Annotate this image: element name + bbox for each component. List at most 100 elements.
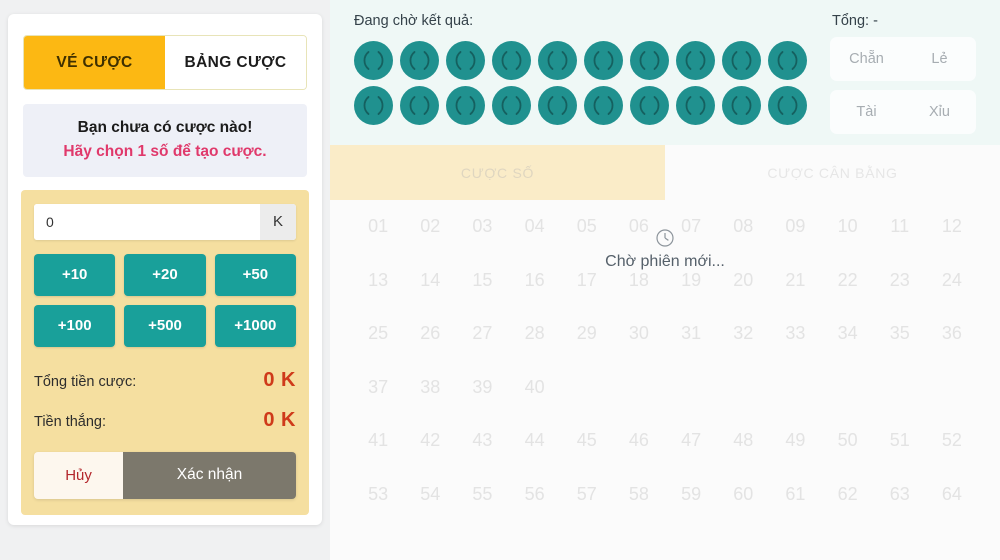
quick-add-100[interactable]: +100 — [34, 304, 116, 347]
number-cell-21[interactable]: 21 — [769, 254, 821, 308]
number-cell-30[interactable]: 30 — [613, 307, 665, 361]
number-cell-59[interactable]: 59 — [665, 468, 717, 522]
number-cell-43[interactable]: 43 — [456, 414, 508, 468]
ball-spinner-icon — [777, 96, 798, 115]
amount-unit-k[interactable]: K — [260, 203, 296, 240]
number-cell-08[interactable]: 08 — [717, 200, 769, 254]
number-cell-31[interactable]: 31 — [665, 307, 717, 361]
number-cell-20[interactable]: 20 — [717, 254, 769, 308]
number-cell-41[interactable]: 41 — [352, 414, 404, 468]
quick-add-500[interactable]: +500 — [124, 304, 206, 347]
number-cell-10[interactable]: 10 — [822, 200, 874, 254]
cancel-button[interactable]: Hủy — [34, 451, 124, 499]
number-cell-39[interactable]: 39 — [456, 361, 508, 415]
number-cell-26[interactable]: 26 — [404, 307, 456, 361]
number-cell-25[interactable]: 25 — [352, 307, 404, 361]
number-cell-17[interactable]: 17 — [561, 254, 613, 308]
number-cell-24[interactable]: 24 — [926, 254, 978, 308]
number-cell-37[interactable]: 37 — [352, 361, 404, 415]
number-cell-40[interactable]: 40 — [509, 361, 561, 415]
bet-amount-box: K +10 +20 +50 +100 +500 +1000 Tổng tiền … — [21, 189, 309, 515]
number-cell-57[interactable]: 57 — [561, 468, 613, 522]
number-cell-12[interactable]: 12 — [926, 200, 978, 254]
tab-ve-cuoc[interactable]: VÉ CƯỢC — [24, 36, 165, 89]
ball-spinner-icon — [409, 51, 430, 70]
number-cell-45[interactable]: 45 — [561, 414, 613, 468]
number-cell-48[interactable]: 48 — [717, 414, 769, 468]
number-cell-58[interactable]: 58 — [613, 468, 665, 522]
number-cell-51[interactable]: 51 — [874, 414, 926, 468]
tab-cuoc-so[interactable]: CƯỢC SỐ — [330, 145, 665, 200]
number-cell-15[interactable]: 15 — [456, 254, 508, 308]
number-cell-18[interactable]: 18 — [613, 254, 665, 308]
bet-amount-input[interactable] — [34, 203, 260, 240]
number-cell-19[interactable]: 19 — [665, 254, 717, 308]
number-cell-49[interactable]: 49 — [769, 414, 821, 468]
ball-spinner-icon — [363, 96, 384, 115]
quick-add-20[interactable]: +20 — [124, 253, 206, 296]
number-cell-46[interactable]: 46 — [613, 414, 665, 468]
number-cell-02[interactable]: 02 — [404, 200, 456, 254]
number-cell-33[interactable]: 33 — [769, 307, 821, 361]
number-cell-05[interactable]: 05 — [561, 200, 613, 254]
number-cell-01[interactable]: 01 — [352, 200, 404, 254]
number-cell-27[interactable]: 27 — [456, 307, 508, 361]
number-cell-04[interactable]: 04 — [509, 200, 561, 254]
ball-spinner-icon — [363, 51, 384, 70]
result-ball-placeholder — [400, 41, 439, 80]
result-ball-placeholder — [400, 86, 439, 125]
number-cell-56[interactable]: 56 — [509, 468, 561, 522]
bet-xiu[interactable]: Xỉu — [903, 104, 976, 120]
number-cell-53[interactable]: 53 — [352, 468, 404, 522]
number-cell-06[interactable]: 06 — [613, 200, 665, 254]
number-cell-52[interactable]: 52 — [926, 414, 978, 468]
number-cell-22[interactable]: 22 — [822, 254, 874, 308]
tab-cuoc-can-bang[interactable]: CƯỢC CÂN BẰNG — [665, 145, 1000, 200]
number-cell-62[interactable]: 62 — [822, 468, 874, 522]
number-cell-55[interactable]: 55 — [456, 468, 508, 522]
number-cell-empty — [717, 361, 769, 415]
number-cell-16[interactable]: 16 — [509, 254, 561, 308]
number-cell-54[interactable]: 54 — [404, 468, 456, 522]
ball-spinner-icon — [777, 51, 798, 70]
number-cell-44[interactable]: 44 — [509, 414, 561, 468]
bet-le[interactable]: Lẻ — [903, 51, 976, 67]
number-cell-60[interactable]: 60 — [717, 468, 769, 522]
number-cell-64[interactable]: 64 — [926, 468, 978, 522]
number-cell-61[interactable]: 61 — [769, 468, 821, 522]
confirm-button[interactable]: Xác nhận — [123, 451, 296, 499]
ticket-tabs: VÉ CƯỢC BẢNG CƯỢC — [23, 35, 307, 90]
ball-spinner-icon — [547, 96, 568, 115]
number-cell-47[interactable]: 47 — [665, 414, 717, 468]
ball-spinner-icon — [501, 51, 522, 70]
tab-bang-cuoc[interactable]: BẢNG CƯỢC — [165, 36, 306, 89]
number-cell-23[interactable]: 23 — [874, 254, 926, 308]
number-cell-32[interactable]: 32 — [717, 307, 769, 361]
number-cell-36[interactable]: 36 — [926, 307, 978, 361]
quick-add-50[interactable]: +50 — [214, 253, 296, 296]
number-cell-empty — [613, 361, 665, 415]
tab-bang-cuoc-label: BẢNG CƯỢC — [184, 53, 287, 71]
ball-spinner-icon — [593, 51, 614, 70]
number-cell-03[interactable]: 03 — [456, 200, 508, 254]
number-cell-29[interactable]: 29 — [561, 307, 613, 361]
quick-add-10[interactable]: +10 — [34, 253, 116, 296]
number-cell-13[interactable]: 13 — [352, 254, 404, 308]
number-cell-07[interactable]: 07 — [665, 200, 717, 254]
quick-add-1000[interactable]: +1000 — [214, 304, 296, 347]
ball-spinner-icon — [685, 96, 706, 115]
number-cell-35[interactable]: 35 — [874, 307, 926, 361]
number-cell-34[interactable]: 34 — [822, 307, 874, 361]
number-cell-38[interactable]: 38 — [404, 361, 456, 415]
number-cell-09[interactable]: 09 — [769, 200, 821, 254]
number-cell-63[interactable]: 63 — [874, 468, 926, 522]
number-cell-11[interactable]: 11 — [874, 200, 926, 254]
number-cell-50[interactable]: 50 — [822, 414, 874, 468]
number-cell-42[interactable]: 42 — [404, 414, 456, 468]
bet-chan[interactable]: Chẵn — [830, 51, 903, 67]
ball-spinner-icon — [547, 51, 568, 70]
ball-spinner-icon — [409, 96, 430, 115]
bet-tai[interactable]: Tài — [830, 104, 903, 120]
number-cell-28[interactable]: 28 — [509, 307, 561, 361]
number-cell-14[interactable]: 14 — [404, 254, 456, 308]
